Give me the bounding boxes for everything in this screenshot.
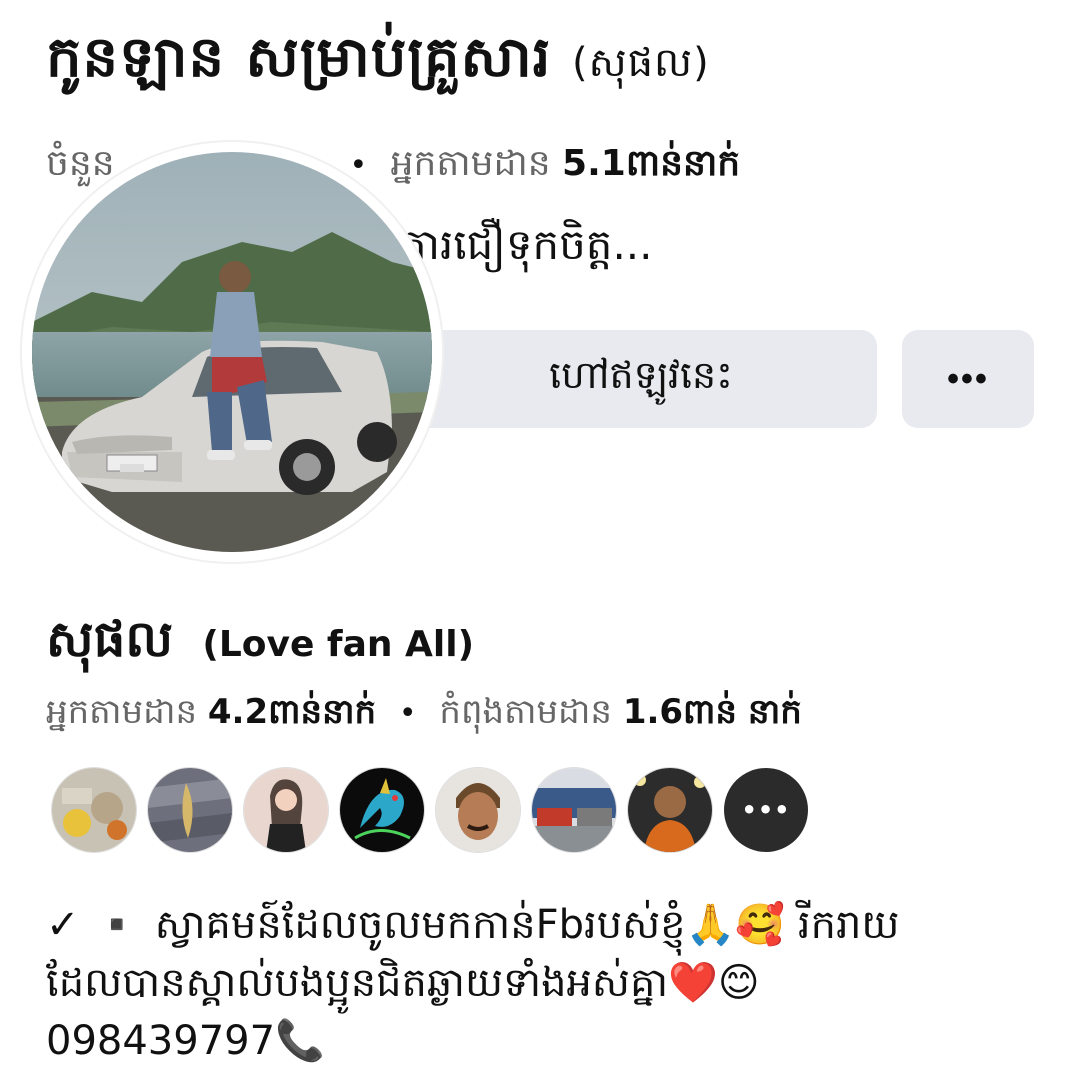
- page-intro: ការជឿទុកចិត្ត...: [400, 220, 653, 269]
- more-options-button[interactable]: •••: [902, 330, 1034, 428]
- food-icon: [52, 768, 136, 852]
- following-unit: នាក់: [747, 692, 802, 732]
- avatar-photo-icon: [32, 152, 432, 552]
- friend-avatar[interactable]: [628, 768, 712, 852]
- following-count[interactable]: 1.6ពាន់: [623, 692, 737, 732]
- call-now-button[interactable]: ហៅឥឡូវនេះ: [405, 330, 877, 428]
- followers-label: អ្នកតាមដាន: [390, 143, 551, 184]
- more-friends-button[interactable]: •••: [724, 768, 808, 852]
- page-title: កូនឡាន សម្រាប់គ្រួសារ (សុផល): [46, 22, 710, 104]
- friend-avatar[interactable]: [244, 768, 328, 852]
- profile-name-text: សុផល: [46, 610, 173, 668]
- friend-avatar[interactable]: [148, 768, 232, 852]
- separator-dot: •: [398, 696, 417, 731]
- woman-icon: [244, 768, 328, 852]
- friend-avatar[interactable]: [52, 768, 136, 852]
- bio-line: ដែលបានស្គាល់បងប្អូនជិតឆ្ងាយទាំងអស់គ្នា❤️…: [46, 960, 760, 1006]
- profile-name-sub: (Love fan All): [202, 624, 475, 665]
- object-icon: [148, 768, 232, 852]
- friend-avatar[interactable]: [436, 768, 520, 852]
- monk-icon: [628, 768, 712, 852]
- bio-line: ✓ ▪️ ស្វាគមន៍ដែលចូលមកកាន់Fbរបស់ខ្ញុំ🙏🥰 រ…: [46, 902, 900, 948]
- man-icon: [436, 768, 520, 852]
- follow-stats: អ្នកតាមដាន 4.2ពាន់នាក់ • កំពុងតាមដាន 1.6…: [46, 690, 802, 740]
- friends-avatars: •••: [52, 768, 808, 852]
- profile-followers-label: អ្នកតាមដាន: [46, 692, 198, 732]
- profile-bio: ✓ ▪️ ស្វាគមន៍ដែលចូលមកកាន់Fbរបស់ខ្ញុំ🙏🥰 រ…: [46, 896, 1036, 1070]
- trucks-icon: [532, 768, 616, 852]
- followers-count: 5.1ពាន់នាក់: [562, 143, 741, 184]
- stats-prefix: ចំនួន: [46, 143, 115, 184]
- friend-avatar[interactable]: [532, 768, 616, 852]
- page-title-text: កូនឡាន សម្រាប់គ្រួសារ: [46, 25, 552, 90]
- bio-phone[interactable]: 098439797📞: [46, 1012, 1036, 1070]
- following-label: កំពុងតាមដាន: [439, 692, 613, 732]
- dragon-icon: [340, 768, 424, 852]
- profile-avatar[interactable]: [32, 152, 432, 552]
- friend-avatar[interactable]: [340, 768, 424, 852]
- profile-name[interactable]: សុផល (Love fan All): [46, 608, 474, 681]
- page-title-suffix: (សុផល): [571, 40, 710, 86]
- separator-dot: •: [349, 147, 368, 183]
- profile-followers-count[interactable]: 4.2ពាន់នាក់: [208, 692, 376, 732]
